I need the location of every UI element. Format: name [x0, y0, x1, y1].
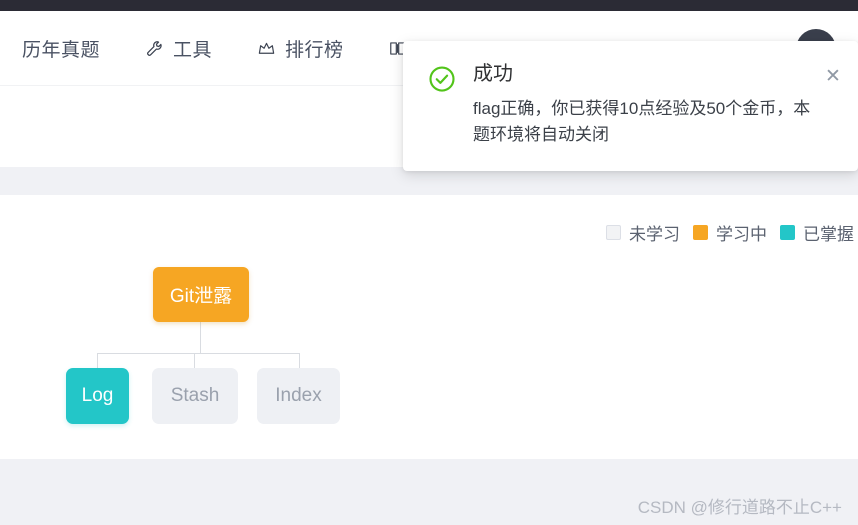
tree-node-label: Git泄露: [169, 286, 233, 307]
tree-node-label: Stash: [170, 385, 220, 406]
tree-connector-horizontal: [97, 353, 300, 354]
toast-message: flag正确，你已获得10点经验及50个金币，本题环境将自动关闭: [473, 99, 811, 145]
tree-node-label: Index: [275, 385, 322, 406]
footer-band: CSDN @修行道路不止C++: [0, 459, 858, 525]
csdn-watermark: CSDN @修行道路不止C++: [637, 498, 842, 517]
tree-connector-log-vertical: [97, 353, 98, 368]
close-icon[interactable]: ✕: [822, 65, 844, 87]
tree-node-label: Log: [81, 385, 114, 406]
tree-node-git-leak[interactable]: Git泄露: [153, 267, 249, 322]
success-check-circle-icon: [427, 64, 457, 94]
tree-node-stash[interactable]: Stash: [152, 368, 238, 424]
tree-connector-index-vertical: [299, 353, 300, 368]
toast-title: 成功: [473, 63, 513, 85]
tree-node-log[interactable]: Log: [66, 368, 129, 424]
tree-connector-root-vertical: [200, 322, 201, 353]
tree-node-index[interactable]: Index: [257, 368, 340, 424]
success-toast: 成功 flag正确，你已获得10点经验及50个金币，本题环境将自动关闭 ✕: [403, 41, 858, 171]
toast-body: 成功 flag正确，你已获得10点经验及50个金币，本题环境将自动关闭: [473, 62, 834, 149]
tree-connector-stash-vertical: [194, 353, 195, 368]
